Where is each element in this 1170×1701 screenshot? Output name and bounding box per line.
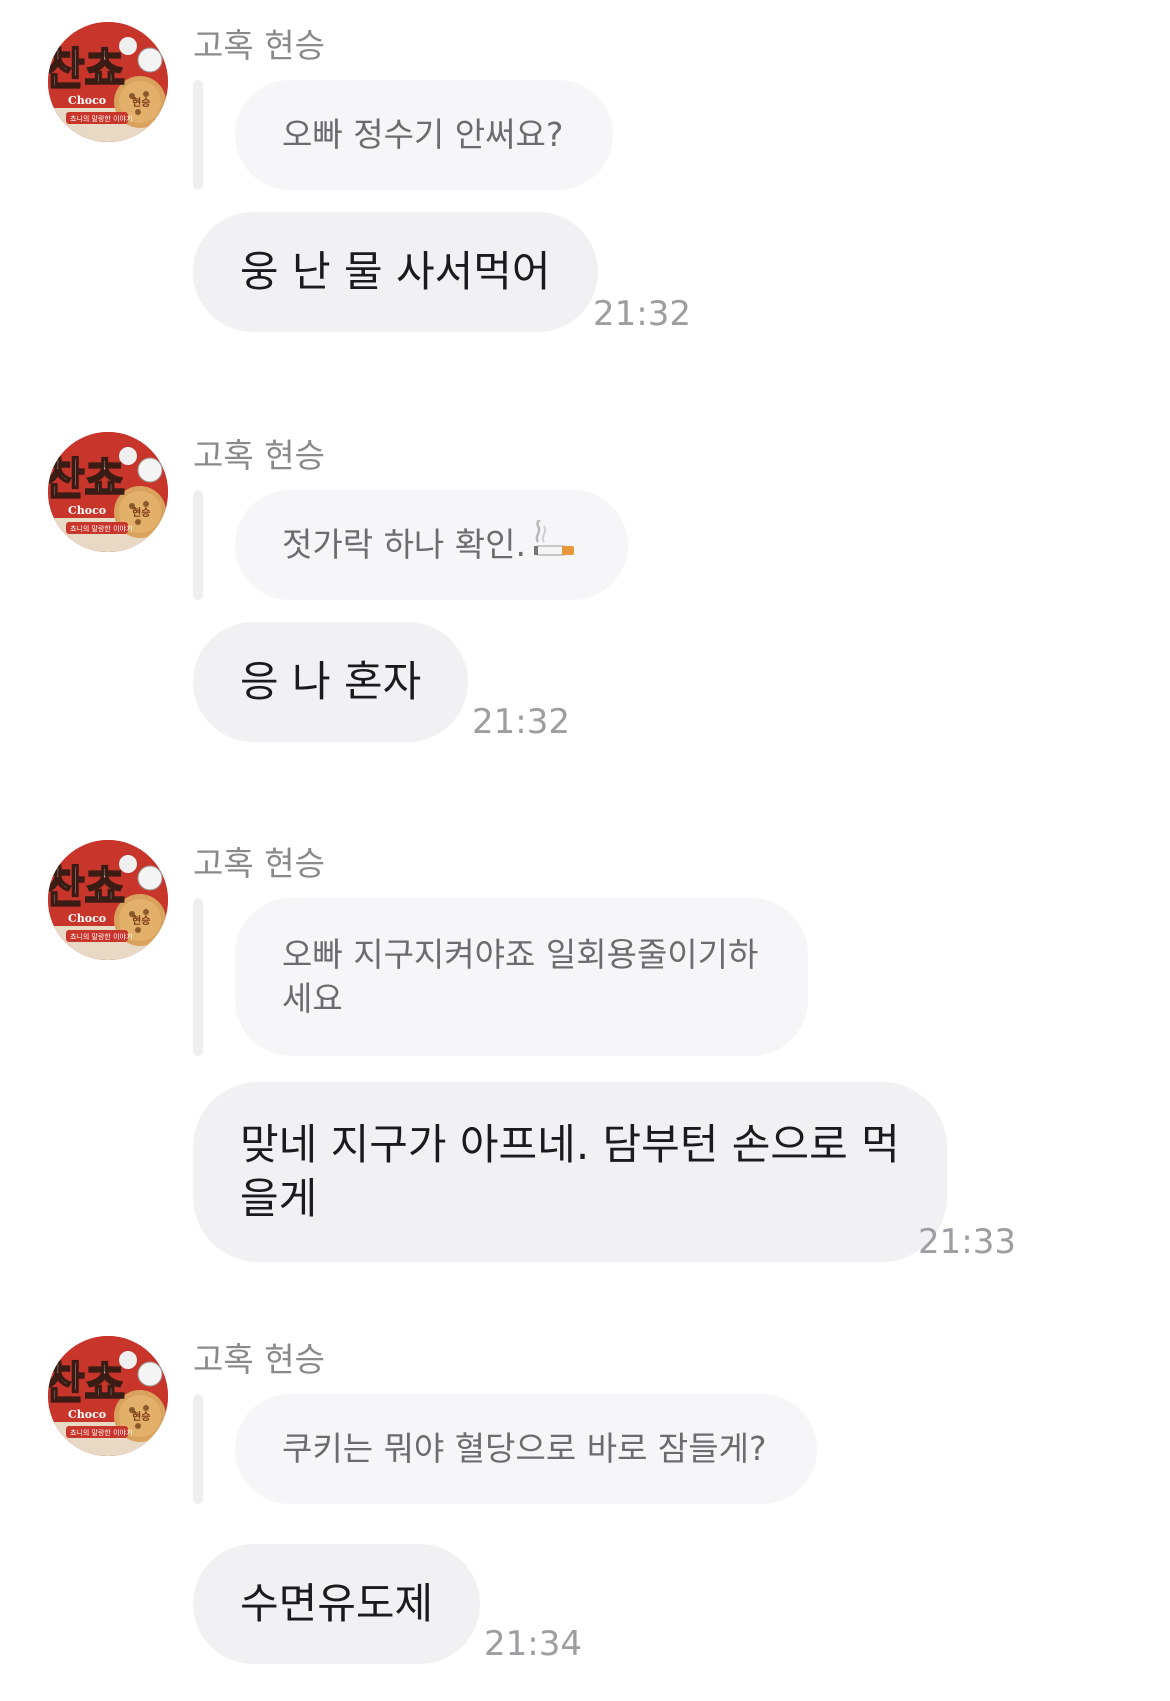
sender-name: 고혹 현승 — [193, 844, 325, 883]
sender-avatar[interactable] — [48, 840, 168, 960]
quoted-message[interactable]: 오빠 지구지켜야죠 일회용줄이기하 세요 — [235, 898, 809, 1056]
reply-bubble[interactable]: 맞네 지구가 아프네. 담부턴 손으로 먹 을게 — [193, 1082, 947, 1262]
sender-name: 고혹 현승 — [193, 1340, 325, 1379]
quote-bar — [193, 898, 203, 1056]
reply-text: 웅 난 물 사서먹어 — [240, 247, 551, 296]
cookie-avatar-icon — [48, 1336, 168, 1456]
reply-bubble[interactable]: 수면유도제 — [193, 1544, 481, 1664]
message-time: 21:32 — [472, 702, 570, 742]
reply-bubble[interactable]: 웅 난 물 사서먹어 — [193, 212, 598, 332]
reply-text: 맞네 지구가 아프네. 담부턴 손으로 먹 을게 — [240, 1120, 900, 1223]
cookie-avatar-icon — [48, 840, 168, 960]
cigarette-icon — [532, 518, 578, 571]
cookie-avatar-icon — [48, 22, 168, 142]
quote-bar — [193, 1394, 203, 1504]
quoted-message[interactable]: 오빠 정수기 안써요? — [235, 80, 614, 190]
quoted-message-text: 젓가락 하나 확인. — [282, 525, 526, 564]
sender-avatar[interactable] — [48, 1336, 168, 1456]
reply-bubble[interactable]: 응 나 혼자 — [193, 622, 469, 742]
quote-bar — [193, 490, 203, 600]
reply-text: 수면유도제 — [240, 1579, 434, 1628]
quoted-message[interactable]: 젓가락 하나 확인. — [235, 490, 628, 600]
sender-name: 고혹 현승 — [193, 26, 325, 65]
message-time: 21:32 — [593, 294, 691, 334]
quoted-message-text: 오빠 정수기 안써요? — [282, 115, 564, 154]
message-time: 21:34 — [484, 1624, 582, 1664]
quoted-message-text: 오빠 지구지켜야죠 일회용줄이기하 세요 — [282, 935, 759, 1018]
quoted-message[interactable]: 쿠키는 뭐야 혈당으로 바로 잠들게? — [235, 1394, 817, 1504]
reply-text: 응 나 혼자 — [240, 657, 422, 706]
cookie-avatar-icon — [48, 432, 168, 552]
quoted-message-text: 쿠키는 뭐야 혈당으로 바로 잠들게? — [282, 1429, 767, 1468]
sender-avatar[interactable] — [48, 432, 168, 552]
message-time: 21:33 — [918, 1222, 1016, 1262]
quote-bar — [193, 80, 203, 190]
sender-avatar[interactable] — [48, 22, 168, 142]
sender-name: 고혹 현승 — [193, 436, 325, 475]
